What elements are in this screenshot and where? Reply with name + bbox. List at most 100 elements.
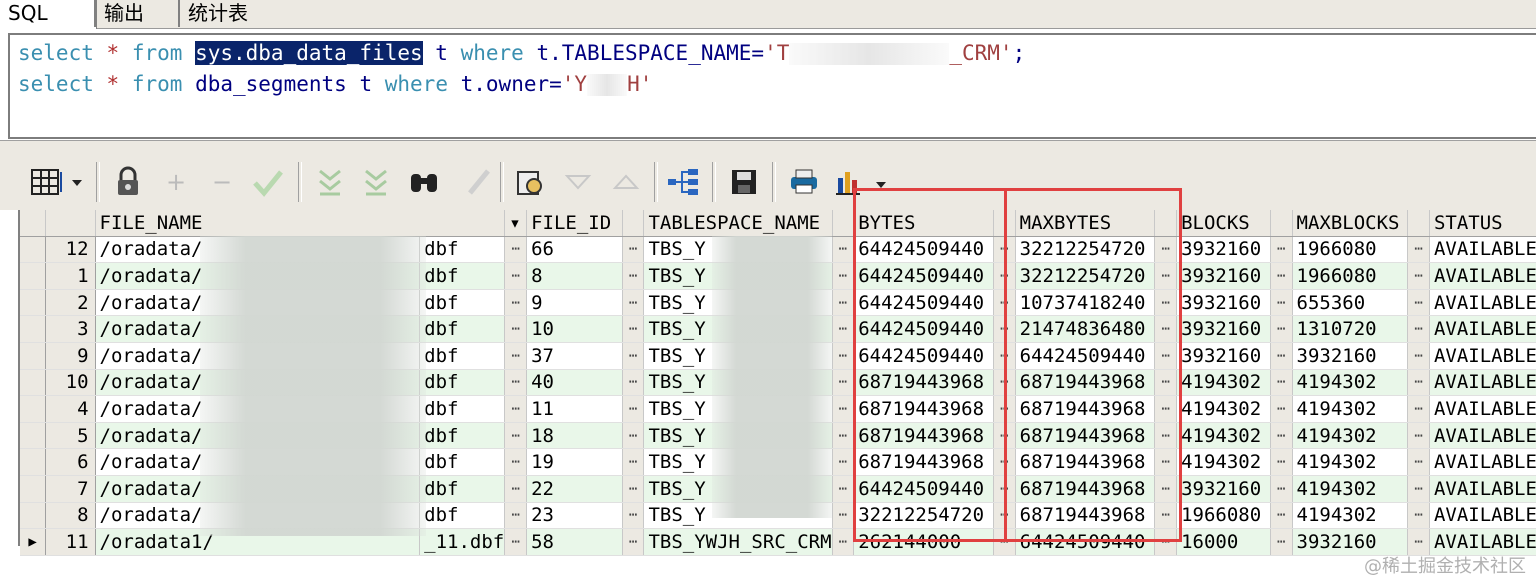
cell-editor-button[interactable]: ⋯	[504, 369, 528, 397]
cell-blocks[interactable]: 3932160	[1176, 289, 1271, 317]
cell-file-name-suffix[interactable]: dbf	[419, 369, 506, 397]
cell-maxblocks[interactable]: 4194302	[1292, 369, 1409, 397]
cell-maxblocks[interactable]: 1310720	[1292, 315, 1409, 343]
tree-icon[interactable]	[666, 164, 702, 200]
cell-editor-button[interactable]: ⋯	[832, 528, 855, 556]
cell-editor-button[interactable]: ⋯	[832, 262, 855, 290]
cell-file-id[interactable]: 10	[526, 315, 623, 343]
column-header-blocks[interactable]: BLOCKS	[1176, 210, 1271, 237]
cell-editor-button[interactable]: ⋯	[1270, 262, 1293, 290]
cell-file-name-suffix[interactable]: _11.dbf	[419, 528, 506, 556]
cell-editor-button[interactable]: ⋯	[1270, 289, 1293, 317]
cell-file-id[interactable]: 19	[526, 448, 623, 476]
cell-maxblocks[interactable]: 4194302	[1292, 448, 1409, 476]
cell-editor-button[interactable]: ⋯	[622, 448, 645, 476]
cell-blocks[interactable]: 3932160	[1176, 315, 1271, 343]
sort-dropdown-icon[interactable]: ▾	[504, 210, 528, 237]
cell-maxblocks[interactable]: 1966080	[1292, 262, 1409, 290]
filter-down-icon[interactable]	[312, 164, 348, 200]
cell-editor-button[interactable]: ⋯	[1407, 315, 1430, 343]
cell-blocks[interactable]: 4194302	[1176, 448, 1271, 476]
cell-status[interactable]: AVAILABLE	[1429, 315, 1536, 343]
cell-blocks[interactable]: 3932160	[1176, 475, 1271, 503]
cell-file-name-suffix[interactable]: dbf	[419, 448, 506, 476]
cell-blocks[interactable]: 4194302	[1176, 369, 1271, 397]
cell-editor-button[interactable]: ⋯	[1407, 262, 1430, 290]
cell-file-id[interactable]: 22	[526, 475, 623, 503]
cell-editor-button[interactable]: ⋯	[1407, 475, 1430, 503]
lock-icon[interactable]	[110, 164, 146, 200]
cell-editor-button[interactable]: ⋯	[1407, 448, 1430, 476]
column-header-file-name[interactable]: FILE_NAME	[95, 210, 506, 237]
cell-editor-button[interactable]: ⋯	[832, 289, 855, 317]
cell-editor-button[interactable]: ⋯	[1407, 502, 1430, 530]
cell-editor-button[interactable]: ⋯	[1407, 395, 1430, 423]
cell-status[interactable]: AVAILABLE	[1429, 502, 1536, 530]
cell-editor-button[interactable]: ⋯	[504, 448, 528, 476]
cell-editor-button[interactable]: ⋯	[504, 395, 528, 423]
cell-editor-button[interactable]: ⋯	[1270, 422, 1293, 450]
cell-file-id[interactable]: 9	[526, 289, 623, 317]
cell-editor-button[interactable]: ⋯	[504, 342, 528, 370]
cell-status[interactable]: AVAILABLE	[1429, 289, 1536, 317]
cell-editor-button[interactable]: ⋯	[622, 342, 645, 370]
remove-icon[interactable]: −	[204, 164, 240, 200]
cell-editor-button[interactable]: ⋯	[1270, 502, 1293, 530]
tab-sql[interactable]: SQL	[0, 0, 97, 29]
sql-editor[interactable]: select * from sys.dba_data_files t where…	[8, 33, 1536, 139]
cell-file-name-suffix[interactable]: dbf	[419, 475, 506, 503]
cell-file-id[interactable]: 37	[526, 342, 623, 370]
cell-editor-button[interactable]: ⋯	[622, 475, 645, 503]
cell-status[interactable]: AVAILABLE	[1429, 369, 1536, 397]
cell-file-id[interactable]: 40	[526, 369, 623, 397]
cell-editor-button[interactable]: ⋯	[1407, 342, 1430, 370]
cell-editor-button[interactable]: ⋯	[832, 502, 855, 530]
cell-editor-button[interactable]: ⋯	[622, 236, 645, 264]
cell-file-id[interactable]: 8	[526, 262, 623, 290]
cell-editor-button[interactable]: ⋯	[832, 369, 855, 397]
cell-maxblocks[interactable]: 4194302	[1292, 395, 1409, 423]
cell-file-name-suffix[interactable]: dbf	[419, 315, 506, 343]
print-icon[interactable]	[786, 164, 822, 200]
save-icon[interactable]	[726, 164, 762, 200]
cell-file-id[interactable]: 58	[526, 528, 623, 556]
cell-editor-button[interactable]: ⋯	[1270, 369, 1293, 397]
cell-file-id[interactable]: 18	[526, 422, 623, 450]
cell-editor-button[interactable]: ⋯	[504, 315, 528, 343]
cell-tablespace-name[interactable]: TBS_YWJH_SRC_CRM	[643, 528, 833, 556]
cell-editor-button[interactable]: ⋯	[832, 448, 855, 476]
cell-editor-button[interactable]: ⋯	[622, 315, 645, 343]
cell-blocks[interactable]: 4194302	[1176, 395, 1271, 423]
cell-status[interactable]: AVAILABLE	[1429, 262, 1536, 290]
cell-status[interactable]: AVAILABLE	[1429, 395, 1536, 423]
cell-editor-button[interactable]: ⋯	[1270, 395, 1293, 423]
cell-file-id[interactable]: 23	[526, 502, 623, 530]
clear-icon[interactable]	[460, 164, 496, 200]
cell-editor-button[interactable]: ⋯	[622, 502, 645, 530]
cell-editor-button[interactable]: ⋯	[832, 315, 855, 343]
binoculars-icon[interactable]	[406, 164, 442, 200]
cell-file-name-suffix[interactable]: dbf	[419, 289, 506, 317]
cell-editor-button[interactable]: ⋯	[832, 422, 855, 450]
cell-editor-button[interactable]: ⋯	[1270, 475, 1293, 503]
cell-editor-button[interactable]: ⋯	[622, 289, 645, 317]
cell-editor-button[interactable]: ⋯	[1270, 342, 1293, 370]
cell-maxblocks[interactable]: 655360	[1292, 289, 1409, 317]
cell-maxblocks[interactable]: 4194302	[1292, 422, 1409, 450]
cell-file-id[interactable]: 11	[526, 395, 623, 423]
cell-editor-button[interactable]: ⋯	[832, 236, 855, 264]
column-header-status[interactable]: STATUS	[1429, 210, 1536, 237]
cell-editor-button[interactable]: ⋯	[1270, 448, 1293, 476]
cell-file-name-suffix[interactable]: dbf	[419, 502, 506, 530]
column-header-file-id[interactable]: FILE_ID	[526, 210, 623, 237]
grid-layout-icon[interactable]	[26, 164, 86, 200]
cell-editor-button[interactable]: ⋯	[622, 422, 645, 450]
cell-editor-button[interactable]: ⋯	[1270, 528, 1293, 556]
cell-file-name-suffix[interactable]: dbf	[419, 262, 506, 290]
cell-maxblocks[interactable]: 1966080	[1292, 236, 1409, 264]
cell-editor-button[interactable]: ⋯	[504, 236, 528, 264]
cell-editor-button[interactable]: ⋯	[1270, 315, 1293, 343]
cell-maxblocks[interactable]: 3932160	[1292, 342, 1409, 370]
cell-maxblocks[interactable]: 4194302	[1292, 502, 1409, 530]
cell-maxblocks[interactable]: 4194302	[1292, 475, 1409, 503]
